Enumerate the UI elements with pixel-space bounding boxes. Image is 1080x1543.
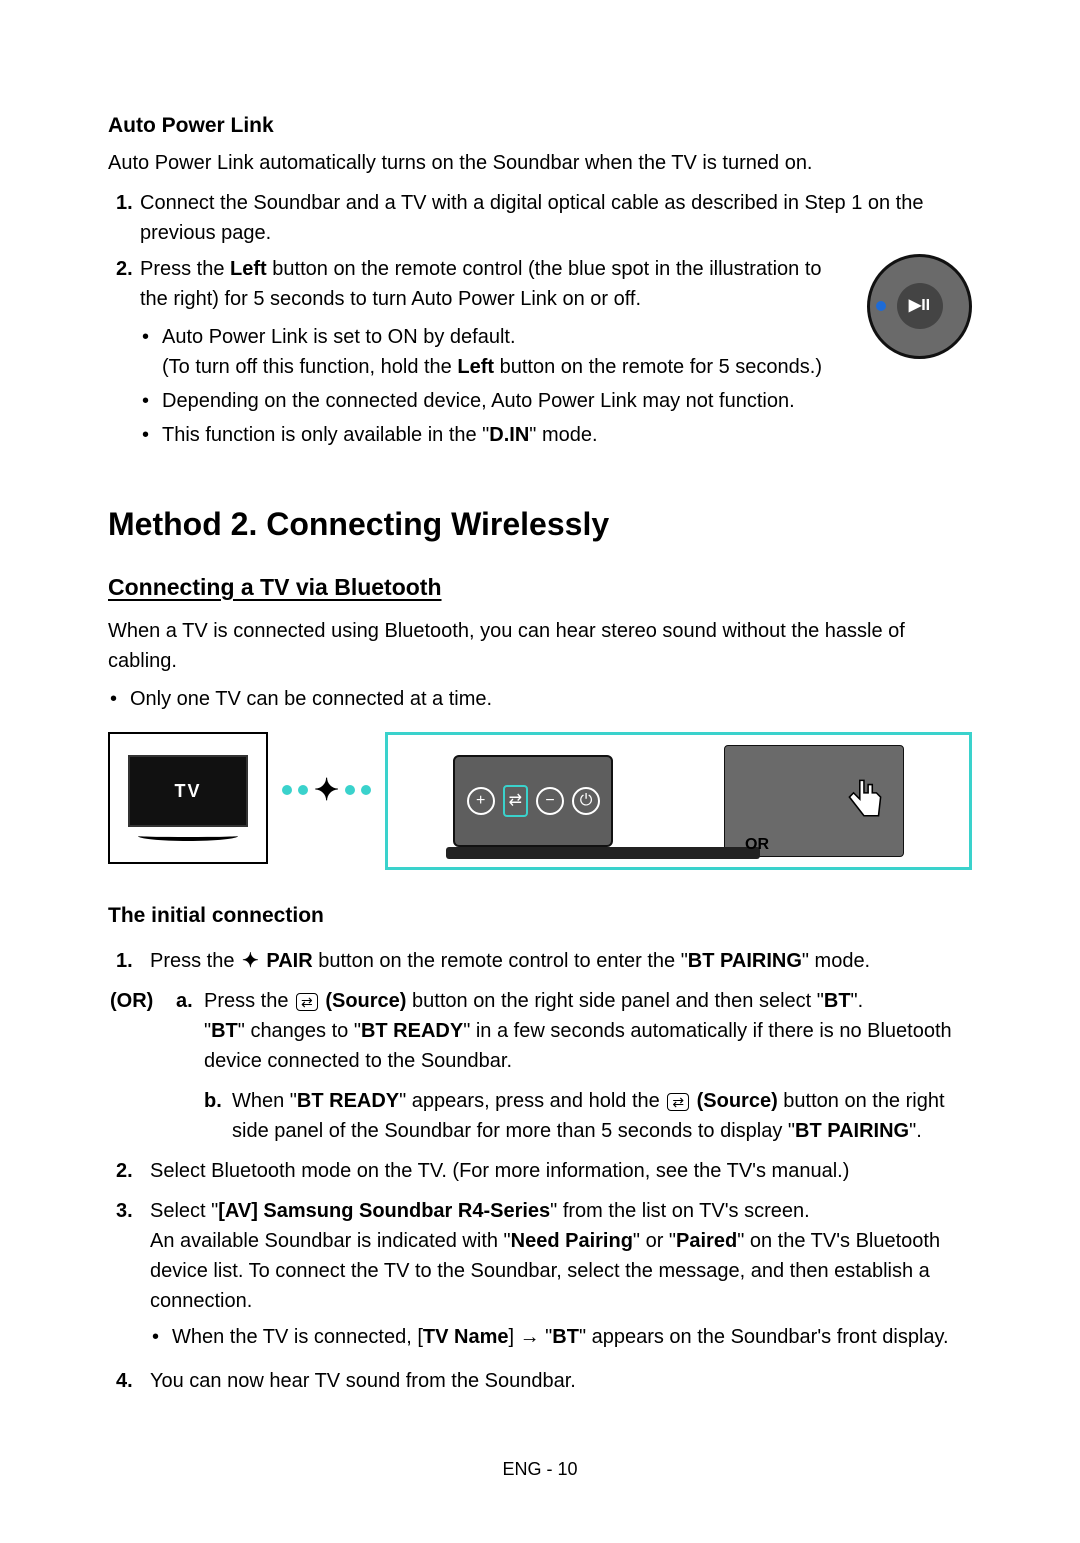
source-icon: ⇄: [503, 785, 528, 817]
left-spot-icon: [876, 301, 886, 311]
list-item: 2. ▶II Press the Left button on the remo…: [108, 254, 972, 454]
list-item: Only one TV can be connected at a time.: [108, 684, 972, 714]
tv-label: TV: [128, 755, 248, 827]
sub-letter: b.: [204, 1086, 232, 1146]
bt-intro: When a TV is connected using Bluetooth, …: [108, 616, 972, 676]
list-item: 2. Select Bluetooth mode on the TV. (For…: [108, 1156, 972, 1186]
step-number: 1.: [108, 188, 140, 248]
source-icon: ⇄: [667, 1093, 689, 1111]
list-item: 1. Connect the Soundbar and a TV with a …: [108, 188, 972, 248]
page-footer: ENG - 10: [108, 1456, 972, 1483]
initial-title: The initial connection: [108, 900, 972, 932]
control-panel: + ⇄ − ⏻: [453, 755, 613, 847]
step-number: 1.: [108, 946, 150, 977]
plus-icon: +: [467, 787, 495, 815]
power-icon: ⏻: [572, 787, 600, 815]
auto-power-list: 1. Connect the Soundbar and a TV with a …: [108, 188, 972, 454]
step-content: ▶II Press the Left button on the remote …: [140, 254, 972, 454]
list-item: This function is only available in the "…: [140, 420, 972, 450]
soundbar-illustration: + ⇄ − ⏻ OR: [385, 732, 972, 870]
soundbar-icon: [446, 847, 760, 859]
hand-press-icon: [839, 770, 891, 822]
auto-power-title: Auto Power Link: [108, 110, 972, 142]
auto-power-desc: Auto Power Link automatically turns on t…: [108, 148, 972, 178]
bt-subtitle: Connecting a TV via Bluetooth: [108, 570, 972, 605]
bluetooth-icon: ✦: [314, 768, 339, 813]
bluetooth-signal-icon: ✦: [282, 768, 371, 813]
list-item: Auto Power Link is set to ON by default.…: [140, 322, 972, 382]
list-item: b. When "BT READY" appears, press and ho…: [204, 1086, 972, 1146]
minus-icon: −: [536, 787, 564, 815]
method2-title: Method 2. Connecting Wirelessly: [108, 500, 972, 548]
list-item: (OR) a. Press the ⇄ (Source) button on t…: [108, 986, 972, 1076]
tv-illustration: TV: [108, 732, 268, 864]
step-number: 2.: [108, 254, 140, 454]
bluetooth-icon: ✦: [242, 946, 259, 976]
list-item: 3. Select "[AV] Samsung Soundbar R4-Seri…: [108, 1196, 972, 1356]
list-item: Depending on the connected device, Auto …: [140, 386, 972, 416]
list-item: When the TV is connected, [TV Name] → "B…: [150, 1322, 972, 1352]
sub-letter: a.: [176, 986, 204, 1076]
list-item: 4. You can now hear TV sound from the So…: [108, 1366, 972, 1396]
bt-diagram: TV ✦ + ⇄ − ⏻ OR: [108, 732, 972, 870]
step-number: 2.: [108, 1156, 150, 1186]
source-icon: ⇄: [296, 993, 318, 1011]
or-label: OR: [745, 833, 769, 857]
step-number: 4.: [108, 1366, 150, 1396]
or-marker: (OR): [108, 986, 176, 1076]
step-number: 3.: [108, 1196, 150, 1356]
bt-notes: Only one TV can be connected at a time.: [108, 684, 972, 714]
list-item: 1. Press the ✦ PAIR button on the remote…: [108, 946, 972, 977]
step-text: Connect the Soundbar and a TV with a dig…: [140, 188, 972, 248]
